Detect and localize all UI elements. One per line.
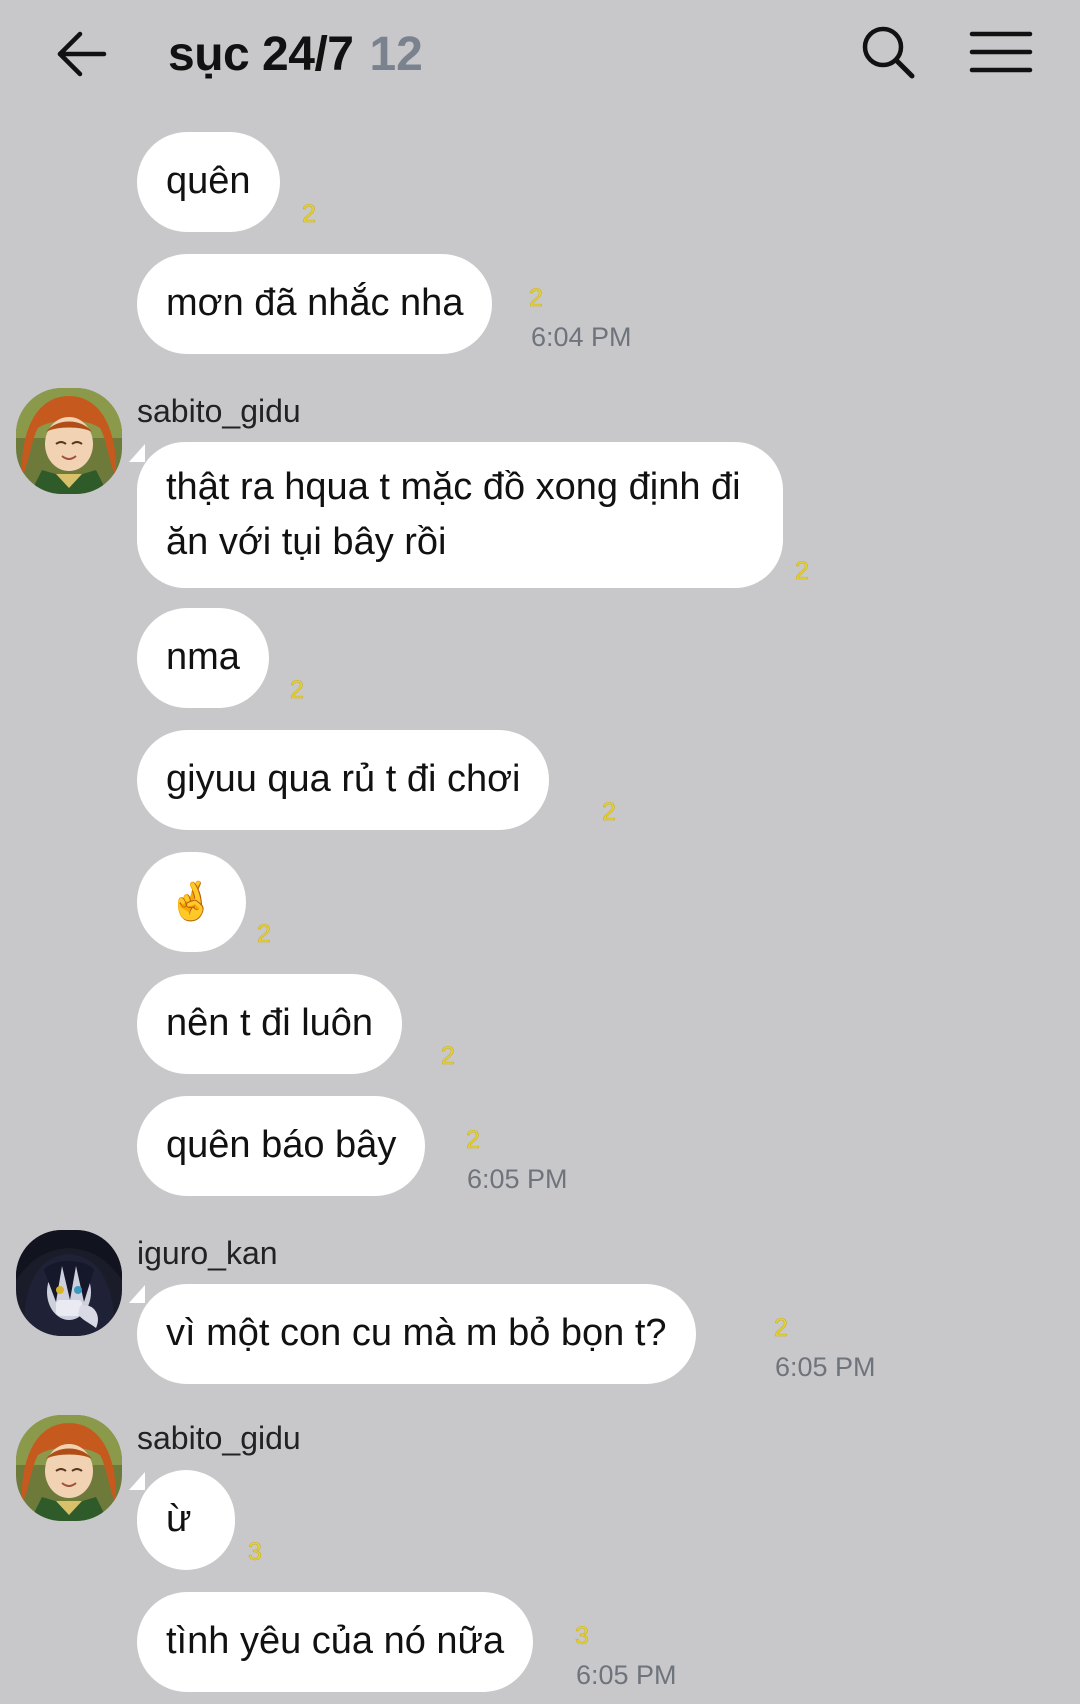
avatar-orange-hair (16, 1415, 122, 1521)
unread-count: 2 (257, 920, 272, 949)
message-text: giyuu qua rủ t đi chơi (166, 758, 521, 801)
sender-name: sabito_gidu (137, 393, 301, 429)
bubble-tail (129, 1472, 145, 1490)
message-text: vì một con cu mà m bỏ bọn t? (166, 1312, 667, 1355)
message-time: 6:04 PM (531, 322, 632, 352)
message-bubble[interactable]: thật ra hqua t mặc đồ xong định đi ăn vớ… (137, 442, 783, 588)
message-text: quên báo bây (166, 1124, 397, 1167)
message-text: tình yêu của nó nữa (166, 1620, 505, 1663)
unread-count: 2 (529, 284, 544, 313)
message-time: 6:05 PM (576, 1660, 677, 1690)
crossed-fingers-icon: 🤞 (167, 881, 216, 923)
unread-count: 2 (795, 557, 810, 586)
message-bubble[interactable]: 🤞 (137, 852, 246, 952)
message-bubble[interactable]: quên báo bây (137, 1096, 426, 1196)
message-text: thật ra hqua t mặc đồ xong định đi ăn vớ… (166, 465, 741, 563)
message-bubble[interactable]: giyuu qua rủ t đi chơi (137, 730, 550, 830)
message-bubble[interactable]: ừ (137, 1470, 235, 1570)
message-bubble[interactable]: mơn đã nhắc nha (137, 254, 493, 354)
message-bubble[interactable]: tình yêu của nó nữa (137, 1592, 534, 1692)
message-text: quên (166, 160, 251, 203)
message-text: mơn đã nhắc nha (166, 282, 464, 325)
unread-count: 2 (302, 200, 317, 229)
avatar-iguro[interactable] (16, 1230, 122, 1336)
unread-count: 2 (441, 1042, 456, 1071)
unread-count: 3 (575, 1622, 590, 1651)
message-text: nên t đi luôn (166, 1002, 374, 1045)
avatar-orange-hair (16, 388, 122, 494)
sender-name: sabito_gidu (137, 1420, 301, 1456)
avatar-sabito[interactable] (16, 1415, 122, 1521)
bubble-tail (129, 444, 145, 462)
message-bubble[interactable]: vì một con cu mà m bỏ bọn t? (137, 1284, 696, 1384)
message-time: 6:05 PM (467, 1164, 568, 1194)
unread-count: 2 (774, 1314, 789, 1343)
message-bubble[interactable]: nên t đi luôn (137, 974, 403, 1074)
message-list[interactable]: quên 2 mơn đã nhắc nha 2 6:04 PM sabito_… (0, 0, 1080, 1704)
message-text: nma (166, 636, 240, 679)
bubble-tail (129, 1285, 145, 1303)
unread-count: 2 (602, 798, 617, 827)
sender-name: iguro_kan (137, 1235, 278, 1271)
avatar-sabito[interactable] (16, 388, 122, 494)
unread-count: 2 (466, 1126, 481, 1155)
message-bubble[interactable]: quên (137, 132, 280, 232)
message-time: 6:05 PM (775, 1352, 876, 1382)
message-bubble[interactable]: nma (137, 608, 269, 708)
message-text: ừ (166, 1498, 192, 1541)
unread-count: 2 (290, 676, 305, 705)
unread-count: 3 (248, 1538, 263, 1567)
avatar-dark-hair (16, 1230, 122, 1336)
